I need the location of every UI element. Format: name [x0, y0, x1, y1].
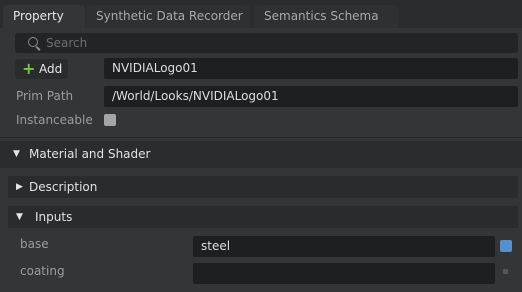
- section-material-and-shader[interactable]: ▼ Material and Shader: [0, 141, 522, 168]
- instanceable-checkbox[interactable]: [104, 114, 116, 126]
- tab-bar: Property Synthetic Data Recorder Semanti…: [0, 0, 522, 46]
- prim-path-field[interactable]: /World/Looks/NVIDIALogo01: [104, 86, 518, 107]
- add-button-label: Add: [39, 62, 63, 76]
- collapse-triangle-icon: ▼: [16, 212, 23, 222]
- drag-handle-icon[interactable]: [503, 269, 508, 274]
- prim-name-field[interactable]: NVIDIALogo01: [104, 58, 518, 79]
- add-button[interactable]: + Add: [15, 59, 68, 79]
- input-field-coating[interactable]: [193, 263, 495, 284]
- section-title: Material and Shader: [29, 147, 151, 161]
- section-title: Description: [29, 180, 98, 194]
- input-label-coating: coating: [20, 264, 65, 278]
- collapse-triangle-icon: ▼: [13, 149, 20, 159]
- divider: [0, 137, 522, 138]
- input-field-base[interactable]: steel: [193, 236, 495, 257]
- search-input[interactable]: Search: [15, 33, 518, 53]
- section-title: Inputs: [35, 210, 73, 224]
- section-description[interactable]: ▶ Description: [8, 176, 518, 198]
- color-swatch[interactable]: [500, 240, 512, 252]
- input-label-base: base: [20, 237, 49, 251]
- expand-triangle-icon: ▶: [16, 182, 23, 192]
- plus-icon: +: [22, 59, 36, 78]
- instanceable-label: Instanceable: [16, 113, 93, 127]
- tab-semantics-schema-editor[interactable]: Semantics Schema Editor: [254, 5, 398, 46]
- search-icon: [28, 37, 38, 47]
- tab-synthetic-data-recorder[interactable]: Synthetic Data Recorder: [86, 5, 250, 28]
- tab-property[interactable]: Property: [3, 5, 85, 28]
- prim-path-label: Prim Path: [16, 89, 74, 103]
- search-placeholder: Search: [46, 36, 88, 50]
- section-inputs[interactable]: ▼ Inputs: [8, 206, 518, 228]
